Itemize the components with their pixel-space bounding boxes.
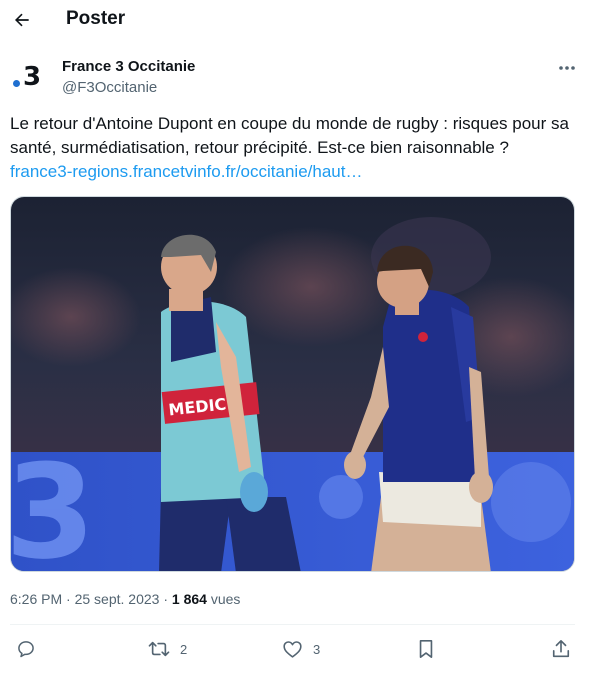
author-display-name[interactable]: France 3 Occitanie bbox=[62, 58, 195, 76]
retweet-count: 2 bbox=[180, 641, 188, 657]
like-count: 3 bbox=[313, 641, 321, 657]
tweet-date[interactable]: 25 sept. 2023 bbox=[75, 591, 160, 607]
share-button[interactable] bbox=[551, 638, 571, 660]
reply-icon bbox=[18, 641, 34, 658]
avatar-dot bbox=[13, 80, 20, 87]
like-icon bbox=[283, 641, 302, 658]
tweet-time[interactable]: 6:26 PM bbox=[10, 591, 62, 607]
share-icon bbox=[552, 640, 570, 658]
meta-separator: · bbox=[163, 591, 169, 607]
photo-illustration: 3 MEDIC bbox=[11, 197, 574, 572]
retweet-button[interactable]: 2 bbox=[148, 638, 187, 660]
action-bar: 2 3 bbox=[0, 630, 591, 670]
top-bar: Poster bbox=[0, 0, 591, 40]
avatar-logo-digit: 3 bbox=[23, 62, 42, 92]
board-number: 3 bbox=[11, 436, 95, 572]
back-arrow-icon bbox=[15, 13, 29, 27]
views-label: vues bbox=[210, 591, 241, 607]
reply-button[interactable] bbox=[16, 638, 46, 660]
divider bbox=[10, 624, 575, 625]
more-icon bbox=[559, 66, 575, 70]
bookmark-button[interactable] bbox=[417, 638, 435, 660]
avatar[interactable]: 3 bbox=[10, 58, 50, 98]
tweet-photo[interactable]: 3 MEDIC bbox=[10, 196, 575, 572]
bookmark-icon bbox=[419, 640, 433, 658]
tweet-link[interactable]: france3-regions.francetvinfo.fr/occitani… bbox=[10, 160, 362, 184]
tweet-meta: 6:26 PM · 25 sept. 2023 · 1 864 vues bbox=[10, 589, 240, 609]
back-button[interactable] bbox=[8, 6, 36, 34]
meta-separator: · bbox=[66, 591, 71, 607]
page-title: Poster bbox=[66, 8, 126, 29]
tweet-author: 3 France 3 Occitanie @F3Occitanie bbox=[0, 52, 591, 102]
author-handle[interactable]: @F3Occitanie bbox=[62, 79, 157, 97]
retweet-icon bbox=[148, 641, 170, 657]
more-options-button[interactable] bbox=[554, 58, 580, 78]
views-count: 1 864 bbox=[171, 591, 207, 607]
like-button[interactable]: 3 bbox=[282, 638, 320, 660]
tweet-text: Le retour d'Antoine Dupont en coupe du m… bbox=[10, 114, 569, 157]
